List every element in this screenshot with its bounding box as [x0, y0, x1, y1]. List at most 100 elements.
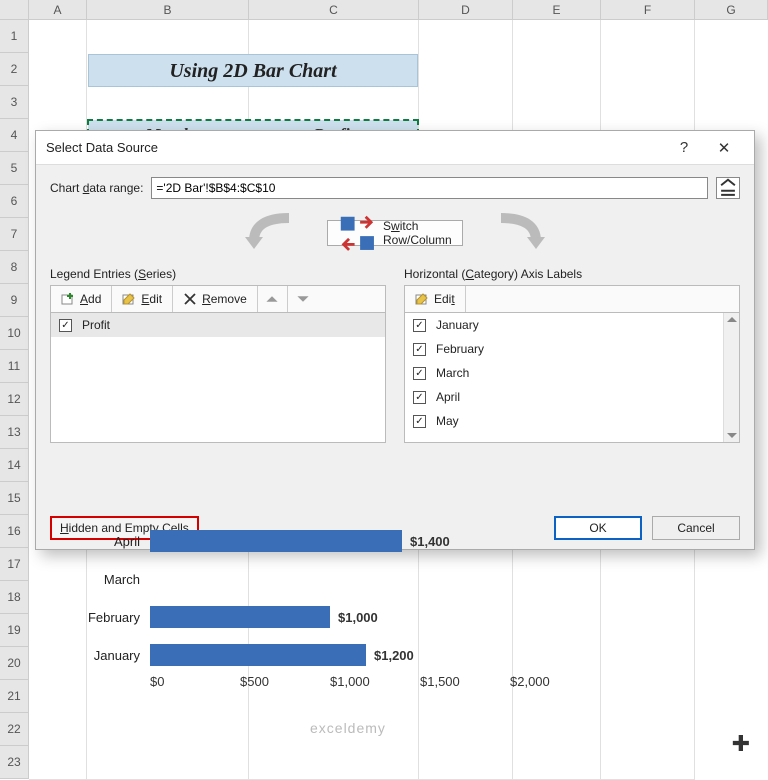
axis-tick: $1,500: [420, 674, 510, 689]
help-icon[interactable]: ?: [664, 139, 704, 156]
bar-value: $1,400: [410, 534, 450, 549]
row-header[interactable]: 21: [0, 680, 29, 713]
bar-value: $1,000: [338, 610, 378, 625]
collapse-dialog-icon[interactable]: [716, 177, 740, 199]
bar[interactable]: [150, 530, 402, 552]
bar-value: $1,200: [374, 648, 414, 663]
row-header[interactable]: 10: [0, 317, 29, 350]
category-item[interactable]: ✓February: [405, 337, 739, 361]
edit-icon: [122, 292, 136, 306]
bar-row-february: February $1,000: [60, 598, 680, 636]
row-header[interactable]: 4: [0, 119, 29, 152]
row-header[interactable]: 2: [0, 53, 29, 86]
row-header[interactable]: 16: [0, 515, 29, 548]
arrow-right-icon: [491, 213, 551, 253]
category-item[interactable]: ✓January: [405, 313, 739, 337]
row-header[interactable]: 1: [0, 20, 29, 53]
axis-labels-pane: Horizontal (Category) Axis Labels Edit ✓…: [404, 267, 740, 443]
edit-icon: [415, 292, 429, 306]
bar-label: April: [60, 534, 150, 549]
move-up-button[interactable]: [258, 286, 288, 312]
row-header[interactable]: 9: [0, 284, 29, 317]
col-header[interactable]: G: [695, 0, 768, 20]
add-icon: [61, 292, 75, 306]
bar-row-april: April $1,400: [60, 522, 680, 560]
chevron-down-icon: [296, 292, 310, 306]
edit-axis-button[interactable]: Edit: [405, 286, 466, 312]
series-item[interactable]: ✓ Profit: [51, 313, 385, 337]
bar[interactable]: [150, 606, 330, 628]
switch-row-column-button[interactable]: Switch Row/Column: [327, 220, 462, 246]
bar-label: February: [60, 610, 150, 625]
row-header[interactable]: 12: [0, 383, 29, 416]
col-header[interactable]: F: [601, 0, 695, 20]
row-header[interactable]: 19: [0, 614, 29, 647]
chevron-up-icon: [265, 292, 279, 306]
remove-series-button[interactable]: Remove: [173, 286, 258, 312]
series-name: Profit: [82, 318, 110, 332]
category-item[interactable]: ✓March: [405, 361, 739, 385]
category-item[interactable]: ✓April: [405, 385, 739, 409]
bar-chart[interactable]: April $1,400 March February $1,000 Janua…: [60, 522, 680, 689]
dialog-titlebar[interactable]: Select Data Source ? ✕: [36, 131, 754, 165]
close-icon[interactable]: ✕: [704, 139, 744, 157]
row-header[interactable]: 3: [0, 86, 29, 119]
checkbox-icon[interactable]: ✓: [413, 343, 426, 356]
chart-data-range-label: Chart data range:: [50, 181, 143, 195]
legend-entries-label: Legend Entries (Series): [50, 267, 386, 281]
bar-label: March: [60, 572, 150, 587]
checkbox-icon[interactable]: ✓: [59, 319, 72, 332]
row-header[interactable]: 17: [0, 548, 29, 581]
series-listbox[interactable]: ✓ Profit: [50, 313, 386, 443]
axis-tick: $1,000: [330, 674, 420, 689]
switch-icon: [338, 214, 377, 253]
row-header[interactable]: 20: [0, 647, 29, 680]
row-header[interactable]: 22: [0, 713, 29, 746]
cell-cursor-icon: ✚: [732, 731, 750, 757]
x-axis: $0 $500 $1,000 $1,500 $2,000: [150, 674, 680, 689]
checkbox-icon[interactable]: ✓: [413, 415, 426, 428]
bar-row-march: March: [60, 560, 680, 598]
add-series-button[interactable]: Add: [51, 286, 112, 312]
arrow-left-icon: [239, 213, 299, 253]
select-data-source-dialog: Select Data Source ? ✕ Chart data range:…: [35, 130, 755, 550]
col-header[interactable]: C: [249, 0, 419, 20]
checkbox-icon[interactable]: ✓: [413, 391, 426, 404]
row-header[interactable]: 5: [0, 152, 29, 185]
row-header[interactable]: 6: [0, 185, 29, 218]
col-header[interactable]: A: [29, 0, 87, 20]
column-headers: A B C D E F G: [0, 0, 768, 20]
dialog-title: Select Data Source: [46, 140, 664, 155]
edit-series-button[interactable]: Edit: [112, 286, 173, 312]
checkbox-icon[interactable]: ✓: [413, 367, 426, 380]
legend-entries-pane: Legend Entries (Series) Add Edit Remove: [50, 267, 386, 443]
col-header[interactable]: B: [87, 0, 249, 20]
col-header[interactable]: D: [419, 0, 513, 20]
scrollbar[interactable]: [723, 313, 739, 442]
category-item[interactable]: ✓May: [405, 409, 739, 433]
chart-data-range-input[interactable]: [151, 177, 708, 199]
col-header[interactable]: E: [513, 0, 601, 20]
category-listbox[interactable]: ✓January ✓February ✓March ✓April ✓May: [404, 313, 740, 443]
bar-row-january: January $1,200: [60, 636, 680, 674]
corner-cell[interactable]: [0, 0, 29, 20]
bar-label: January: [60, 648, 150, 663]
axis-tick: $0: [150, 674, 240, 689]
row-header[interactable]: 15: [0, 482, 29, 515]
axis-tick: $2,000: [510, 674, 600, 689]
row-header[interactable]: 7: [0, 218, 29, 251]
axis-tick: $500: [240, 674, 330, 689]
row-header[interactable]: 14: [0, 449, 29, 482]
row-header[interactable]: 23: [0, 746, 29, 779]
bar[interactable]: [150, 644, 366, 666]
checkbox-icon[interactable]: ✓: [413, 319, 426, 332]
row-headers: 1 2 3 4 5 6 7 8 9 10 11 12 13 14 15 16 1…: [0, 20, 29, 779]
row-header[interactable]: 18: [0, 581, 29, 614]
title-cell[interactable]: Using 2D Bar Chart: [88, 54, 418, 87]
row-header[interactable]: 13: [0, 416, 29, 449]
row-header[interactable]: 8: [0, 251, 29, 284]
move-down-button[interactable]: [288, 286, 318, 312]
axis-labels-label: Horizontal (Category) Axis Labels: [404, 267, 740, 281]
row-header[interactable]: 11: [0, 350, 29, 383]
remove-icon: [183, 292, 197, 306]
